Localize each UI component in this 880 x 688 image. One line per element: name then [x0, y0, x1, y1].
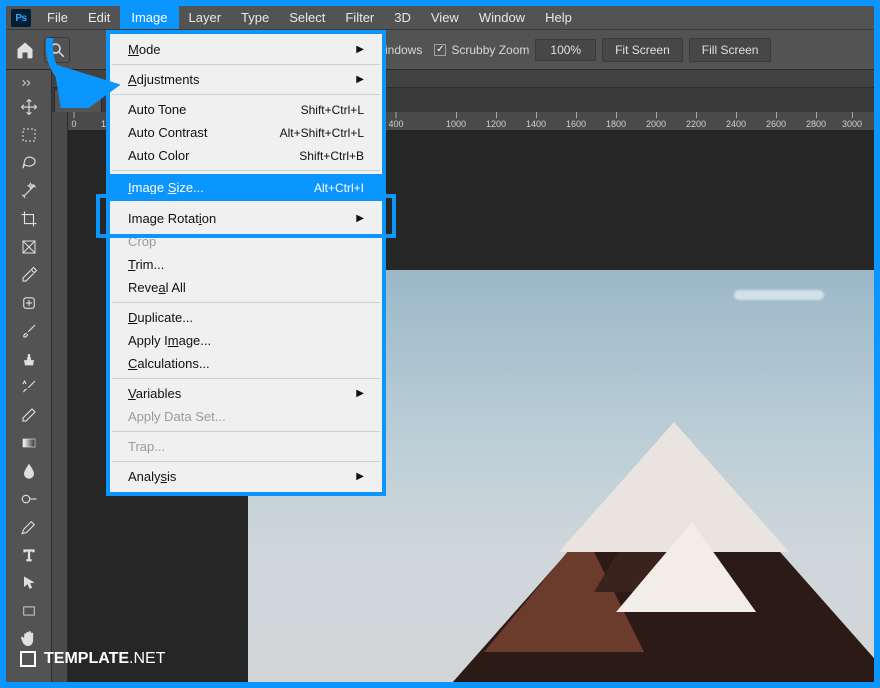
menuitem-reveal-all[interactable]: Reveal All	[110, 276, 382, 299]
menuitem-trap: Trap...	[110, 435, 382, 458]
tool-palette	[6, 70, 52, 682]
magic-wand-tool-icon[interactable]	[14, 178, 44, 204]
ruler-tick: 1200	[486, 112, 506, 129]
crop-tool-icon[interactable]	[14, 206, 44, 232]
tool-palette-collapse-icon[interactable]	[6, 74, 51, 92]
menuitem-apply-image[interactable]: Apply Image...	[110, 329, 382, 352]
marquee-tool-icon[interactable]	[14, 122, 44, 148]
move-tool-icon[interactable]	[14, 94, 44, 120]
menuitem-image-size[interactable]: Image Size...Alt+Ctrl+I	[110, 174, 382, 201]
brush-tool-icon[interactable]	[14, 318, 44, 344]
eyedropper-tool-icon[interactable]	[14, 262, 44, 288]
ruler-tick: 1000	[446, 112, 466, 129]
menuitem-analysis[interactable]: Analysis▶	[110, 465, 382, 488]
menuitem-image-rotation[interactable]: Image Rotation▶	[110, 207, 382, 230]
ruler-tick: 2200	[686, 112, 706, 129]
ruler-tick: 1600	[566, 112, 586, 129]
menuitem-variables[interactable]: Variables▶	[110, 382, 382, 405]
cloud-decoration	[734, 290, 824, 300]
ruler-tick: 2000	[646, 112, 666, 129]
scrubby-zoom-checkbox[interactable]: Scrubby Zoom	[434, 43, 529, 57]
ruler-tick: 0	[71, 112, 76, 129]
menu-window[interactable]: Window	[469, 6, 535, 29]
image-menu-dropdown: Mode▶ Adjustments▶ Auto ToneShift+Ctrl+L…	[106, 30, 386, 496]
ruler-tick: 2400	[726, 112, 746, 129]
menuitem-auto-contrast[interactable]: Auto ContrastAlt+Shift+Ctrl+L	[110, 121, 382, 144]
lasso-tool-icon[interactable]	[14, 150, 44, 176]
menu-select[interactable]: Select	[279, 6, 335, 29]
hand-tool-icon[interactable]	[14, 626, 44, 652]
ruler-tick: 2800	[806, 112, 826, 129]
ruler-tick: 1800	[606, 112, 626, 129]
menu-image[interactable]: Image	[120, 6, 178, 29]
type-tool-icon[interactable]	[14, 542, 44, 568]
path-selection-tool-icon[interactable]	[14, 570, 44, 596]
menu-help[interactable]: Help	[535, 6, 582, 29]
menuitem-calculations[interactable]: Calculations...	[110, 352, 382, 375]
menuitem-mode[interactable]: Mode▶	[110, 38, 382, 61]
clone-stamp-tool-icon[interactable]	[14, 346, 44, 372]
app-logo: Ps	[11, 9, 31, 27]
menu-file[interactable]: File	[37, 6, 78, 29]
watermark-brand: TEMPLATE	[44, 650, 129, 667]
app-logo-text: Ps	[15, 13, 26, 24]
dodge-tool-icon[interactable]	[14, 486, 44, 512]
menu-filter[interactable]: Filter	[335, 6, 384, 29]
ruler-tick: 400	[388, 112, 403, 129]
menuitem-apply-data-set: Apply Data Set...	[110, 405, 382, 428]
fill-screen-button[interactable]: Fill Screen	[689, 38, 772, 62]
menubar: Ps File Edit Image Layer Type Select Fil…	[6, 6, 874, 30]
ruler-tick: 3000	[842, 112, 862, 129]
menuitem-adjustments[interactable]: Adjustments▶	[110, 68, 382, 91]
document-tab[interactable]: mple	[54, 89, 102, 112]
eraser-tool-icon[interactable]	[14, 402, 44, 428]
menu-layer[interactable]: Layer	[179, 6, 232, 29]
menu-view[interactable]: View	[421, 6, 469, 29]
watermark-suffix: .NET	[129, 650, 165, 667]
rectangle-tool-icon[interactable]	[14, 598, 44, 624]
gradient-tool-icon[interactable]	[14, 430, 44, 456]
watermark: TEMPLATE.NET	[20, 650, 165, 668]
fit-screen-button[interactable]: Fit Screen	[602, 38, 683, 62]
menuitem-auto-color[interactable]: Auto ColorShift+Ctrl+B	[110, 144, 382, 167]
menuitem-trim[interactable]: Trim...	[110, 253, 382, 276]
menuitem-auto-tone[interactable]: Auto ToneShift+Ctrl+L	[110, 98, 382, 121]
healing-brush-tool-icon[interactable]	[14, 290, 44, 316]
frame-tool-icon[interactable]	[14, 234, 44, 260]
ruler-tick: 1400	[526, 112, 546, 129]
vertical-ruler	[52, 112, 68, 682]
menu-3d[interactable]: 3D	[384, 6, 421, 29]
history-brush-tool-icon[interactable]	[14, 374, 44, 400]
menuitem-duplicate[interactable]: Duplicate...	[110, 306, 382, 329]
mountain-decoration	[444, 372, 874, 682]
scrubby-zoom-label: Scrubby Zoom	[451, 43, 529, 57]
blur-tool-icon[interactable]	[14, 458, 44, 484]
pen-tool-icon[interactable]	[14, 514, 44, 540]
zoom-tool-icon[interactable]	[44, 37, 70, 63]
watermark-logo-icon	[20, 651, 36, 667]
menu-edit[interactable]: Edit	[78, 6, 120, 29]
menu-type[interactable]: Type	[231, 6, 279, 29]
menuitem-crop: Crop	[110, 230, 382, 253]
zoom-percent-field[interactable]: 100%	[535, 39, 596, 61]
home-icon[interactable]	[12, 37, 38, 63]
ruler-tick: 2600	[766, 112, 786, 129]
